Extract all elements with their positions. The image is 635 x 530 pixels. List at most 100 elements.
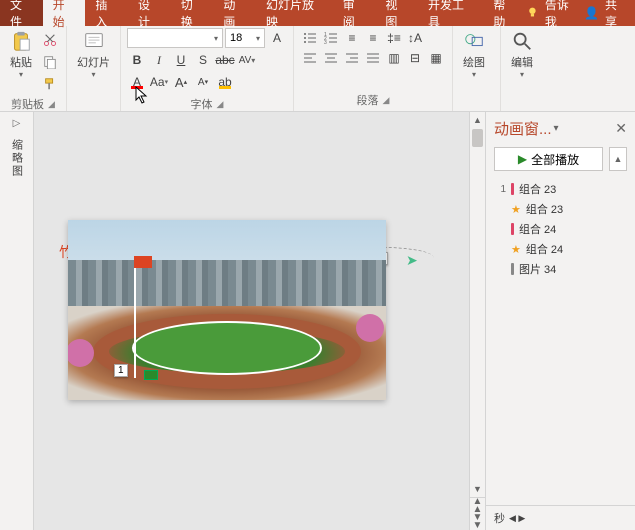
italic-button[interactable]: I xyxy=(149,50,169,70)
copy-button[interactable] xyxy=(40,52,60,72)
svg-text:3: 3 xyxy=(324,40,327,45)
smartart-button[interactable]: ▦ xyxy=(426,48,446,68)
play-all-label: 全部播放 xyxy=(531,151,579,168)
font-family-combo[interactable]: ▾ xyxy=(127,28,223,48)
animation-tag-2[interactable]: 1 xyxy=(114,364,128,377)
scroll-up-button[interactable]: ▲ xyxy=(470,112,485,128)
animation-item[interactable]: ★ 组合 24 xyxy=(492,239,629,259)
vertical-scrollbar[interactable]: ▲ ▼ ▲▲ ▼▼ xyxy=(469,112,485,530)
next-slide-button[interactable]: ▼▼ xyxy=(470,514,485,530)
slides-label: 幻灯片 xyxy=(77,54,110,70)
font-size-value: 18 xyxy=(230,32,242,44)
slides-button[interactable]: 幻灯片 ▾ xyxy=(73,28,114,81)
clear-formatting-button[interactable]: A xyxy=(267,28,287,48)
change-case-button[interactable]: Aa▾ xyxy=(149,72,169,92)
shapes-icon xyxy=(463,30,485,52)
emphasis-icon: ★ xyxy=(511,203,521,216)
increase-indent-button[interactable]: ≡ xyxy=(363,28,383,48)
animation-item[interactable]: 组合 24 xyxy=(492,219,629,239)
grow-font-button[interactable]: A▴ xyxy=(171,72,191,92)
tab-design[interactable]: 设计 xyxy=(128,0,171,26)
tellme[interactable]: 告诉我 xyxy=(545,0,578,30)
justify-button[interactable] xyxy=(363,48,383,68)
motion-path-icon xyxy=(511,263,514,275)
font-color-button[interactable]: A xyxy=(127,72,147,92)
entrance-icon xyxy=(511,183,514,195)
paragraph-launcher[interactable]: ◢ xyxy=(383,95,390,106)
paste-icon xyxy=(10,30,32,52)
tab-file[interactable]: 文件 xyxy=(0,0,43,26)
close-pane-button[interactable]: ✕ xyxy=(615,120,627,137)
paste-button[interactable]: 粘贴 ▾ xyxy=(6,28,36,81)
tab-view[interactable]: 视图 xyxy=(375,0,418,26)
animation-item[interactable]: ★组合 23 xyxy=(492,199,629,219)
align-center-button[interactable] xyxy=(321,48,341,68)
share-icon[interactable]: 👤 xyxy=(584,6,599,20)
bold-button[interactable]: B xyxy=(127,50,147,70)
editing-button[interactable]: 编辑 ▾ xyxy=(507,28,537,81)
cut-button[interactable] xyxy=(40,30,60,50)
text-direction-button[interactable]: ↕A xyxy=(405,28,425,48)
chevron-down-icon: ▾ xyxy=(520,70,524,79)
tab-slideshow[interactable]: 幻灯片放映 xyxy=(256,0,333,26)
emphasis-icon: ★ xyxy=(511,243,521,256)
tab-review[interactable]: 审阅 xyxy=(333,0,376,26)
ribbon-tabs: 文件 开始 插入 设计 切换 动画 幻灯片放映 审阅 视图 开发工具 帮助 告诉… xyxy=(0,0,635,26)
animation-pane: 动画窗... ▾ ✕ ▶ 全部播放 ▲ 1组合 23 ★组合 23 组合 24 … xyxy=(485,112,635,530)
format-painter-button[interactable] xyxy=(40,74,60,94)
animation-item-label: 组合 23 xyxy=(519,181,556,197)
tab-insert[interactable]: 插入 xyxy=(85,0,128,26)
flagpole xyxy=(134,258,136,378)
group-editing: 编辑 ▾ xyxy=(501,26,549,111)
play-all-button[interactable]: ▶ 全部播放 xyxy=(494,147,603,171)
strikethrough-button[interactable]: abc xyxy=(215,50,235,70)
pane-options-icon[interactable]: ▾ xyxy=(554,123,559,134)
path-end-icon: ➤ xyxy=(406,252,418,269)
columns-button[interactable]: ▥ xyxy=(384,48,404,68)
slide-canvas[interactable]: 竹 1 ➤ 1 ▲ ▼ ▲▲ xyxy=(34,112,485,530)
group-clipboard-label: 剪贴板 xyxy=(11,96,44,112)
tab-animations[interactable]: 动画 xyxy=(213,0,256,26)
tab-transitions[interactable]: 切换 xyxy=(171,0,214,26)
shrink-font-button[interactable]: A▾ xyxy=(193,72,213,92)
font-size-combo[interactable]: 18▾ xyxy=(225,28,265,48)
group-clipboard: 粘贴 ▾ 剪贴板 ◢ xyxy=(0,26,67,111)
chevron-down-icon: ▾ xyxy=(91,70,95,79)
paste-label: 粘贴 xyxy=(10,54,32,70)
clipboard-launcher[interactable]: ◢ xyxy=(48,99,55,110)
group-paragraph-label: 段落 xyxy=(357,92,379,108)
shadow-button[interactable]: S xyxy=(193,50,213,70)
scroll-down-button[interactable]: ▼ xyxy=(470,481,485,497)
numbering-button[interactable]: 123 xyxy=(321,28,341,48)
align-right-button[interactable] xyxy=(342,48,362,68)
workarea: ▷ 缩略图 竹 1 ➤ 1 ▲ ▼ xyxy=(0,112,635,530)
share-button[interactable]: 共享 xyxy=(605,0,627,30)
animation-item[interactable]: 1组合 23 xyxy=(492,179,629,199)
tab-developer[interactable]: 开发工具 xyxy=(418,0,483,26)
bullets-button[interactable] xyxy=(300,28,320,48)
entrance-icon xyxy=(511,223,514,235)
animation-item-label: 组合 24 xyxy=(526,241,563,257)
align-text-button[interactable]: ⊟ xyxy=(405,48,425,68)
move-up-button[interactable]: ▲ xyxy=(609,147,627,171)
align-left-button[interactable] xyxy=(300,48,320,68)
animation-item-label: 组合 24 xyxy=(519,221,556,237)
font-launcher[interactable]: ◢ xyxy=(217,99,224,110)
line-spacing-button[interactable]: ‡≡ xyxy=(384,28,404,48)
highlight-button[interactable]: ab xyxy=(215,72,235,92)
decrease-indent-button[interactable]: ≡ xyxy=(342,28,362,48)
char-spacing-button[interactable]: AV▾ xyxy=(237,50,257,70)
timeline-zoom-icon[interactable]: ◀ ▶ xyxy=(509,513,525,524)
seconds-label: 秒 xyxy=(494,510,505,526)
tab-help[interactable]: 帮助 xyxy=(483,0,526,26)
animation-item[interactable]: 图片 34 xyxy=(492,259,629,279)
underline-button[interactable]: U xyxy=(171,50,191,70)
ribbon: 粘贴 ▾ 剪贴板 ◢ 幻灯片 xyxy=(0,26,635,112)
expand-outline-icon[interactable]: ▷ xyxy=(13,118,21,129)
tab-home[interactable]: 开始 xyxy=(43,0,86,26)
outline-pane-collapsed[interactable]: ▷ 缩略图 xyxy=(0,112,34,530)
flag-object[interactable] xyxy=(144,370,158,380)
drawing-button[interactable]: 绘图 ▾ xyxy=(459,28,489,81)
drawing-label: 绘图 xyxy=(463,54,485,70)
animation-item-label: 图片 34 xyxy=(519,261,556,277)
